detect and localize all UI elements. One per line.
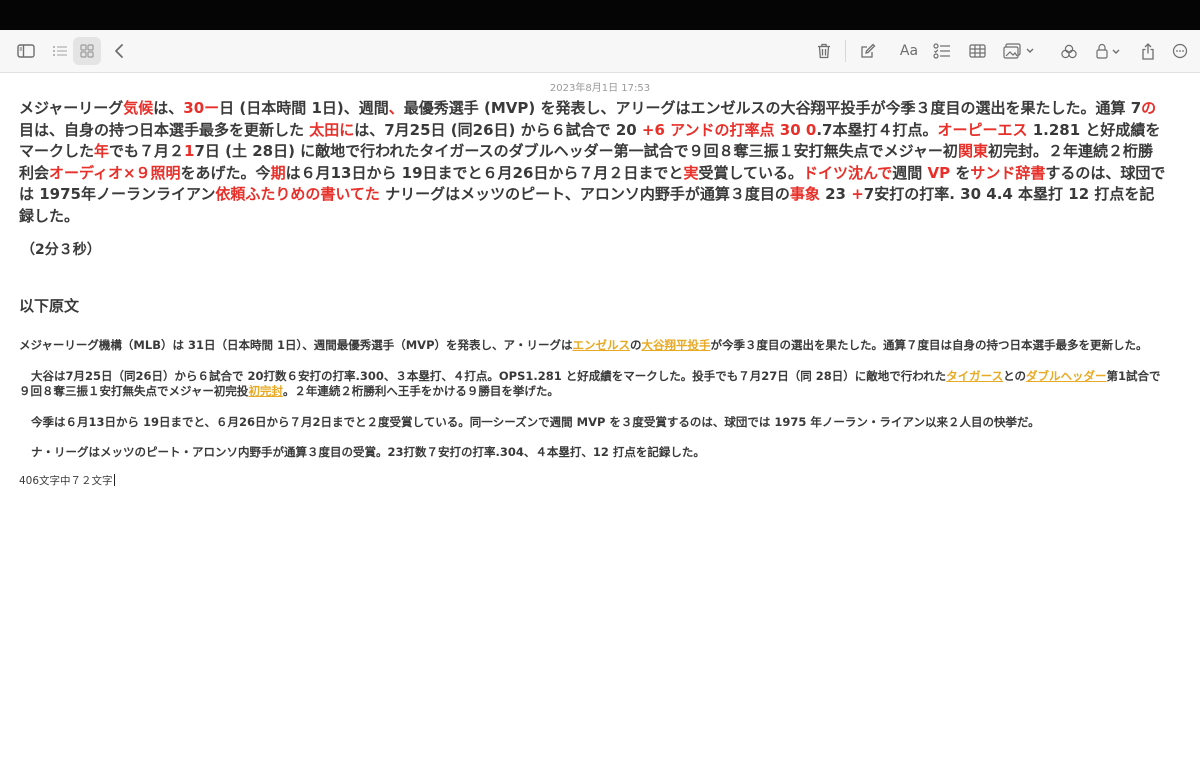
text-run: 目は、自身の持つ日本選手最多を更新した: [19, 120, 310, 139]
text-cursor: [113, 473, 115, 486]
misrecognized-text: +: [851, 185, 864, 203]
gallery-view-icon[interactable]: [73, 37, 101, 65]
misrecognized-text: 気候: [123, 99, 154, 117]
text-run: 日 (日本時間 1日)、週間: [219, 99, 389, 117]
original-paragraph: 大谷は7月25日（同26日）から６試合で 20打数６安打の打率.300、３本塁打…: [19, 369, 1167, 400]
misrecognized-text: 事象: [789, 185, 820, 203]
link[interactable]: ダブルヘッダー: [1026, 369, 1107, 383]
text-run: 最優秀選手 (MVP) を発表し、アリーグはエンゼルスの大谷翔平投手が今季３度目…: [403, 99, 1142, 117]
table-icon[interactable]: [965, 37, 989, 65]
misrecognized-text: 年: [94, 142, 110, 160]
text-run: 週間: [892, 163, 928, 182]
toolbar-divider: [845, 40, 846, 62]
text-run: は、: [153, 99, 184, 117]
text-run: 今季は６月13日から 19日までと、６月26日から７月2日までと２度受賞している…: [31, 414, 1040, 429]
misrecognized-text: 、: [388, 99, 404, 117]
text-run: メジャーリーグ機構（MLB）は 31日（日本時間 1日）、週間最優秀選手（MVP…: [19, 338, 573, 352]
text-run: が今季３度目の選出を果たした。通算７度目は自身の持つ日本選手最多を更新した。: [710, 338, 1148, 352]
text-run: ナ・リーグはメッツのピート・アロンソ内野手が通算３度目の受賞。23打数７安打の打…: [31, 445, 705, 459]
media-icon[interactable]: [1000, 37, 1040, 65]
misrecognized-text: 30ー: [183, 99, 220, 117]
checklist-icon[interactable]: [930, 37, 954, 65]
original-heading: 以下原文: [19, 297, 80, 315]
character-count-text: 406文字中７２文字: [19, 474, 113, 487]
misrecognized-text: 関東: [957, 142, 988, 160]
more-icon[interactable]: [1168, 37, 1192, 65]
text-run: 23: [819, 185, 852, 203]
text-run: 。２年連続２桁勝利へ王手をかける９勝目を挙げた。: [282, 384, 559, 398]
note-timestamp: 2023年8月1日 17:53: [549, 83, 651, 94]
text-run: は６月13日から 19日までと６月26日から７月２日までと: [285, 163, 684, 182]
sidebar-icon[interactable]: [12, 37, 40, 65]
text-run: をあげた。今: [180, 163, 271, 182]
text-run: は、7月25日 (同26日) から６試合で 20: [354, 120, 642, 139]
link[interactable]: 初完封: [248, 384, 283, 398]
misrecognized-text: の: [1141, 99, 1157, 117]
compose-icon[interactable]: [856, 37, 880, 65]
misrecognized-text: +6 アンドの打率点 30 0: [641, 120, 817, 139]
text-run: との: [1003, 368, 1027, 383]
note-body[interactable]: メジャーリーグ気候は、30ー日 (日本時間 1日)、週間、最優秀選手 (MVP)…: [19, 98, 1167, 488]
lock-icon[interactable]: [1092, 37, 1126, 65]
text-run: を: [950, 163, 971, 182]
duration-label: （2分３秒）: [21, 242, 101, 258]
collaborate-icon[interactable]: [1057, 37, 1081, 65]
text-run: .7本塁打４打点。: [816, 120, 938, 139]
original-paragraph: ナ・リーグはメッツのピート・アロンソ内野手が通算３度目の受賞。23打数７安打の打…: [19, 445, 1167, 461]
text-run: の: [630, 338, 642, 352]
link[interactable]: 大谷翔平投手: [642, 338, 711, 352]
misrecognized-text: 依頼ふたりめの書いてた: [215, 185, 380, 203]
text-run: 大谷は7月25日（同26日）から６試合で 20打数６安打の打率.300、３本塁打…: [31, 368, 947, 383]
original-paragraph: 今季は６月13日から 19日までと、６月26日から７月2日までと２度受賞している…: [19, 415, 1167, 431]
trash-icon[interactable]: [812, 37, 836, 65]
link[interactable]: タイガース: [946, 369, 1003, 383]
back-icon[interactable]: [108, 37, 130, 65]
text-run: メジャーリーグ: [19, 99, 124, 117]
list-view-icon[interactable]: [46, 37, 74, 65]
transcribed-paragraph: メジャーリーグ気候は、30ー日 (日本時間 1日)、週間、最優秀選手 (MVP)…: [19, 98, 1167, 227]
misrecognized-text: 実: [683, 163, 699, 182]
misrecognized-text: オーディオ×９照明: [49, 163, 181, 182]
window-top-bar: [0, 0, 1200, 30]
text-format-icon[interactable]: Aa: [896, 37, 922, 65]
misrecognized-text: オーピーエス: [937, 120, 1028, 139]
share-icon[interactable]: [1136, 37, 1160, 65]
notes-toolbar: Aa: [0, 30, 1200, 73]
link[interactable]: エンゼルス: [573, 338, 631, 352]
original-text: メジャーリーグ機構（MLB）は 31日（日本時間 1日）、週間最優秀選手（MVP…: [19, 338, 1167, 461]
character-count: 406文字中７２文字: [19, 473, 1167, 488]
text-run: 受賞している。: [698, 163, 804, 182]
misrecognized-text: VP: [927, 163, 951, 182]
misrecognized-text: ドイツ沈んで: [803, 163, 893, 182]
misrecognized-text: 太田に: [309, 120, 355, 139]
misrecognized-text: 期: [270, 163, 286, 182]
text-run: ナリーグはメッツのピート、アロンソ内野手が通算３度目の: [379, 185, 790, 203]
misrecognized-text: 1: [184, 142, 195, 160]
misrecognized-text: サンド辞書: [970, 163, 1046, 182]
text-run: でも７月２: [109, 142, 185, 160]
original-paragraph: メジャーリーグ機構（MLB）は 31日（日本時間 1日）、週間最優秀選手（MVP…: [19, 338, 1167, 354]
text-run: 7日 (土 28日) に敵地で行われたタイガースのダブルヘッダー第一試合で９回８…: [194, 142, 958, 160]
